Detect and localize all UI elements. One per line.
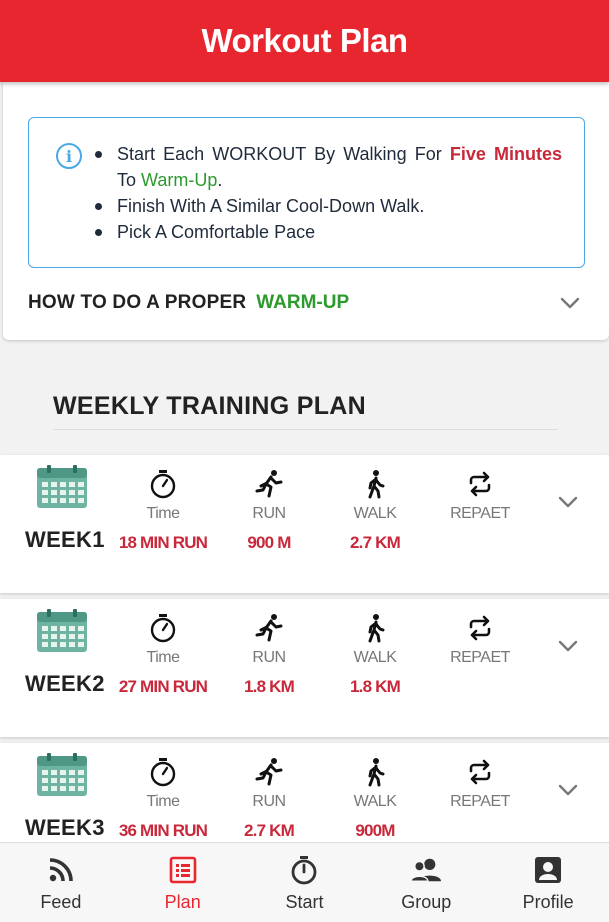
list-icon bbox=[169, 856, 196, 884]
week-card[interactable]: WEEK3 Time 36 MIN RUN RUN 2.7 KM WALK 900M REPA… bbox=[0, 743, 609, 842]
warmup-accordion[interactable]: HOW TO DO A PROPER WARM-UP bbox=[28, 287, 583, 319]
info-item-pace: Pick A Comfortable Pace bbox=[92, 219, 562, 245]
tab-label: Group bbox=[401, 892, 452, 912]
info-highlight-green: Warm-Up bbox=[141, 170, 218, 190]
info-item-cooldown: Finish With A Similar Cool-Down Walk. bbox=[92, 193, 562, 219]
tab-profile[interactable]: Profile bbox=[488, 843, 609, 922]
stat-repeat: REPAET bbox=[425, 469, 535, 533]
week-card[interactable]: WEEK2 Time 27 MIN RUN RUN 1.8 KM WALK 1.8 KM RE… bbox=[0, 599, 609, 737]
stat-value: 2.7 KM bbox=[350, 533, 401, 552]
stat-caption: Time bbox=[146, 505, 180, 522]
chevron-down-icon[interactable] bbox=[558, 783, 578, 797]
stat-caption: WALK bbox=[353, 793, 397, 810]
tab-label: Start bbox=[285, 892, 324, 912]
calendar-icon bbox=[37, 609, 87, 652]
stat-repeat: REPAET bbox=[425, 613, 535, 677]
profile-icon bbox=[535, 857, 562, 883]
stat-walk: WALK 1.8 KM bbox=[320, 613, 430, 697]
calendar-icon bbox=[37, 753, 87, 796]
info-text: To bbox=[117, 170, 142, 190]
stat-value: 2.7 KM bbox=[244, 821, 295, 840]
tab-plan[interactable]: Plan bbox=[122, 843, 243, 922]
stat-caption: WALK bbox=[353, 505, 397, 522]
section-title: WEEKLY TRAINING PLAN bbox=[53, 392, 366, 420]
stopwatch-icon bbox=[292, 856, 317, 885]
stat-repeat: REPAET bbox=[425, 757, 535, 821]
tab-group[interactable]: Group bbox=[366, 843, 487, 922]
walker-icon bbox=[368, 614, 385, 643]
stat-caption: RUN bbox=[252, 793, 286, 810]
main-scroll[interactable]: i Start Each WORKOUT By Walking For Five… bbox=[0, 82, 609, 842]
stat-value: 1.8 KM bbox=[244, 677, 295, 696]
runner-icon bbox=[255, 614, 283, 642]
stat-time: Time 36 MIN RUN bbox=[108, 757, 218, 841]
rss-icon bbox=[49, 858, 73, 882]
repeat-icon bbox=[469, 615, 491, 641]
tab-label: Profile bbox=[522, 892, 574, 912]
info-list: Start Each WORKOUT By Walking For Five M… bbox=[92, 141, 562, 245]
stat-run: RUN 2.7 KM bbox=[214, 757, 324, 841]
app-header: Workout Plan bbox=[0, 0, 609, 82]
stat-caption: REPAET bbox=[450, 505, 510, 522]
stat-value: 36 MIN RUN bbox=[118, 821, 208, 840]
warmup-label: HOW TO DO A PROPER bbox=[28, 292, 247, 313]
stopwatch-icon bbox=[150, 614, 176, 643]
page-title: Workout Plan bbox=[201, 22, 408, 59]
stat-caption: RUN bbox=[252, 649, 286, 666]
info-icon: i bbox=[56, 143, 82, 169]
stat-caption: Time bbox=[146, 649, 180, 666]
stat-value: 27 MIN RUN bbox=[118, 677, 208, 696]
tab-start[interactable]: Start bbox=[244, 843, 365, 922]
stat-run: RUN 900 M bbox=[214, 469, 324, 553]
stopwatch-icon bbox=[150, 470, 176, 499]
stopwatch-icon bbox=[150, 758, 176, 787]
runner-icon bbox=[255, 470, 283, 498]
week-name: WEEK1 bbox=[25, 527, 105, 552]
info-highlight-red: Five Minutes bbox=[449, 144, 562, 164]
info-text: . bbox=[217, 170, 223, 190]
bottom-tab-bar: Feed Plan Start Group Profile bbox=[0, 842, 609, 922]
chevron-down-icon[interactable] bbox=[558, 495, 578, 509]
stat-value: 900 M bbox=[247, 533, 291, 552]
stat-value: 18 MIN RUN bbox=[118, 533, 208, 552]
warmup-highlight: WARM-UP bbox=[256, 292, 350, 313]
group-icon bbox=[411, 858, 442, 882]
week-name: WEEK2 bbox=[25, 671, 105, 696]
intro-card: i Start Each WORKOUT By Walking For Five… bbox=[3, 82, 609, 340]
stat-value: 900M bbox=[355, 821, 395, 840]
repeat-icon bbox=[469, 471, 491, 497]
week-name: WEEK3 bbox=[25, 815, 105, 840]
stat-caption: WALK bbox=[353, 649, 397, 666]
stat-caption: REPAET bbox=[450, 649, 510, 666]
stat-value: 1.8 KM bbox=[350, 677, 401, 696]
stat-caption: Time bbox=[146, 793, 180, 810]
info-text: Start Each WORKOUT By Walking For bbox=[117, 144, 450, 164]
calendar-icon bbox=[37, 465, 87, 508]
stat-run: RUN 1.8 KM bbox=[214, 613, 324, 697]
info-item-warmup: Start Each WORKOUT By Walking For Five M… bbox=[92, 141, 562, 193]
walker-icon bbox=[368, 758, 385, 787]
stat-walk: WALK 2.7 KM bbox=[320, 469, 430, 553]
stat-time: Time 27 MIN RUN bbox=[108, 613, 218, 697]
stat-walk: WALK 900M bbox=[320, 757, 430, 841]
tab-feed[interactable]: Feed bbox=[0, 843, 121, 922]
chevron-down-icon[interactable] bbox=[558, 639, 578, 653]
info-box: i Start Each WORKOUT By Walking For Five… bbox=[28, 117, 585, 268]
divider bbox=[53, 429, 558, 430]
stat-time: Time 18 MIN RUN bbox=[108, 469, 218, 553]
week-card[interactable]: WEEK1 Time 18 MIN RUN RUN 900 M WALK 2.7 KM REP… bbox=[0, 455, 609, 593]
repeat-icon bbox=[469, 759, 491, 785]
stat-caption: REPAET bbox=[450, 793, 510, 810]
tab-label: Plan bbox=[164, 892, 201, 912]
stat-caption: RUN bbox=[252, 505, 286, 522]
chevron-down-icon[interactable] bbox=[560, 296, 580, 310]
runner-icon bbox=[255, 758, 283, 786]
walker-icon bbox=[368, 470, 385, 499]
tab-label: Feed bbox=[40, 892, 82, 912]
